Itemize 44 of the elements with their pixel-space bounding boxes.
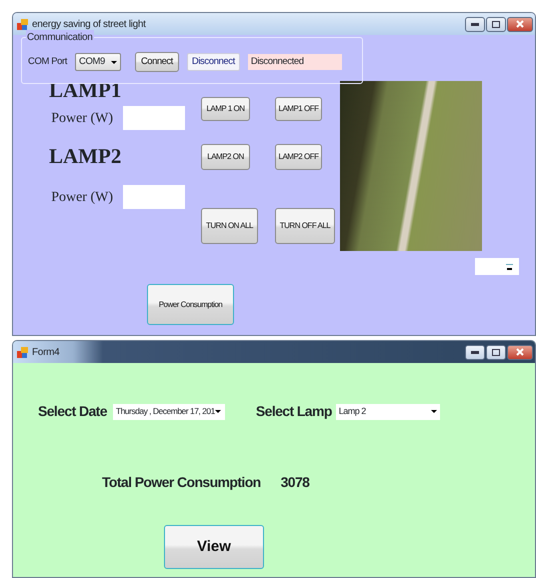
maximize-icon	[492, 348, 500, 356]
com-port-label: COM Port	[28, 54, 68, 69]
lamp-control-button[interactable]: TURN OFF ALL	[275, 208, 335, 244]
lamp-control-button[interactable]: LAMP2 OFF	[275, 144, 322, 170]
total-power-label: Total Power Consumption	[102, 473, 261, 492]
maximize-button[interactable]	[486, 16, 506, 32]
minimize-button[interactable]	[465, 16, 485, 32]
power-consumption-button[interactable]: Power Consumption	[147, 284, 234, 325]
lamp-control-button[interactable]: LAMP1 OFF	[275, 97, 322, 121]
maximize-icon	[492, 20, 500, 28]
maximize-button[interactable]	[486, 344, 506, 360]
minimize-icon	[471, 22, 479, 26]
dropdown-arrow-icon	[110, 60, 117, 64]
minus-icon	[506, 264, 513, 270]
view-button[interactable]: View	[164, 525, 264, 569]
window-icon	[17, 18, 28, 30]
window-title: Form4	[32, 346, 60, 360]
close-button[interactable]	[507, 344, 533, 360]
power-field[interactable]	[123, 106, 185, 130]
date-picker[interactable]: Thursday , December 17, 201	[112, 404, 225, 420]
lamp-control-button[interactable]: LAMP 1 ON	[201, 97, 250, 121]
connect-button[interactable]: Connect	[134, 52, 179, 72]
lamp-control-button[interactable]: LAMP2 ON	[201, 144, 250, 170]
com-port-dropdown[interactable]: COM9	[75, 53, 121, 71]
select-date-label: Select Date	[38, 402, 107, 421]
lamp-heading: LAMP2	[49, 144, 122, 168]
minimize-icon	[471, 350, 479, 354]
dropdown-arrow-icon	[214, 410, 221, 413]
power-field[interactable]	[123, 185, 185, 209]
disconnect-button[interactable]: Disconnect	[186, 53, 240, 71]
window-icon	[17, 346, 28, 358]
connection-status-field: Disconnected	[248, 54, 342, 70]
lamp-dropdown[interactable]: Lamp 2	[336, 404, 440, 420]
total-power-value: 3078	[280, 473, 310, 492]
window-title: energy saving of street light	[32, 18, 146, 32]
close-icon	[516, 20, 524, 28]
minimize-button[interactable]	[465, 344, 485, 360]
close-icon	[516, 348, 524, 356]
power-label: Power (W)	[50, 110, 114, 128]
close-button[interactable]	[507, 16, 533, 32]
power-label: Power (W)	[50, 188, 114, 206]
dropdown-arrow-icon	[430, 410, 437, 413]
select-lamp-label: Select Lamp	[256, 402, 332, 421]
lamp-control-button[interactable]: TURN ON ALL	[201, 208, 258, 244]
